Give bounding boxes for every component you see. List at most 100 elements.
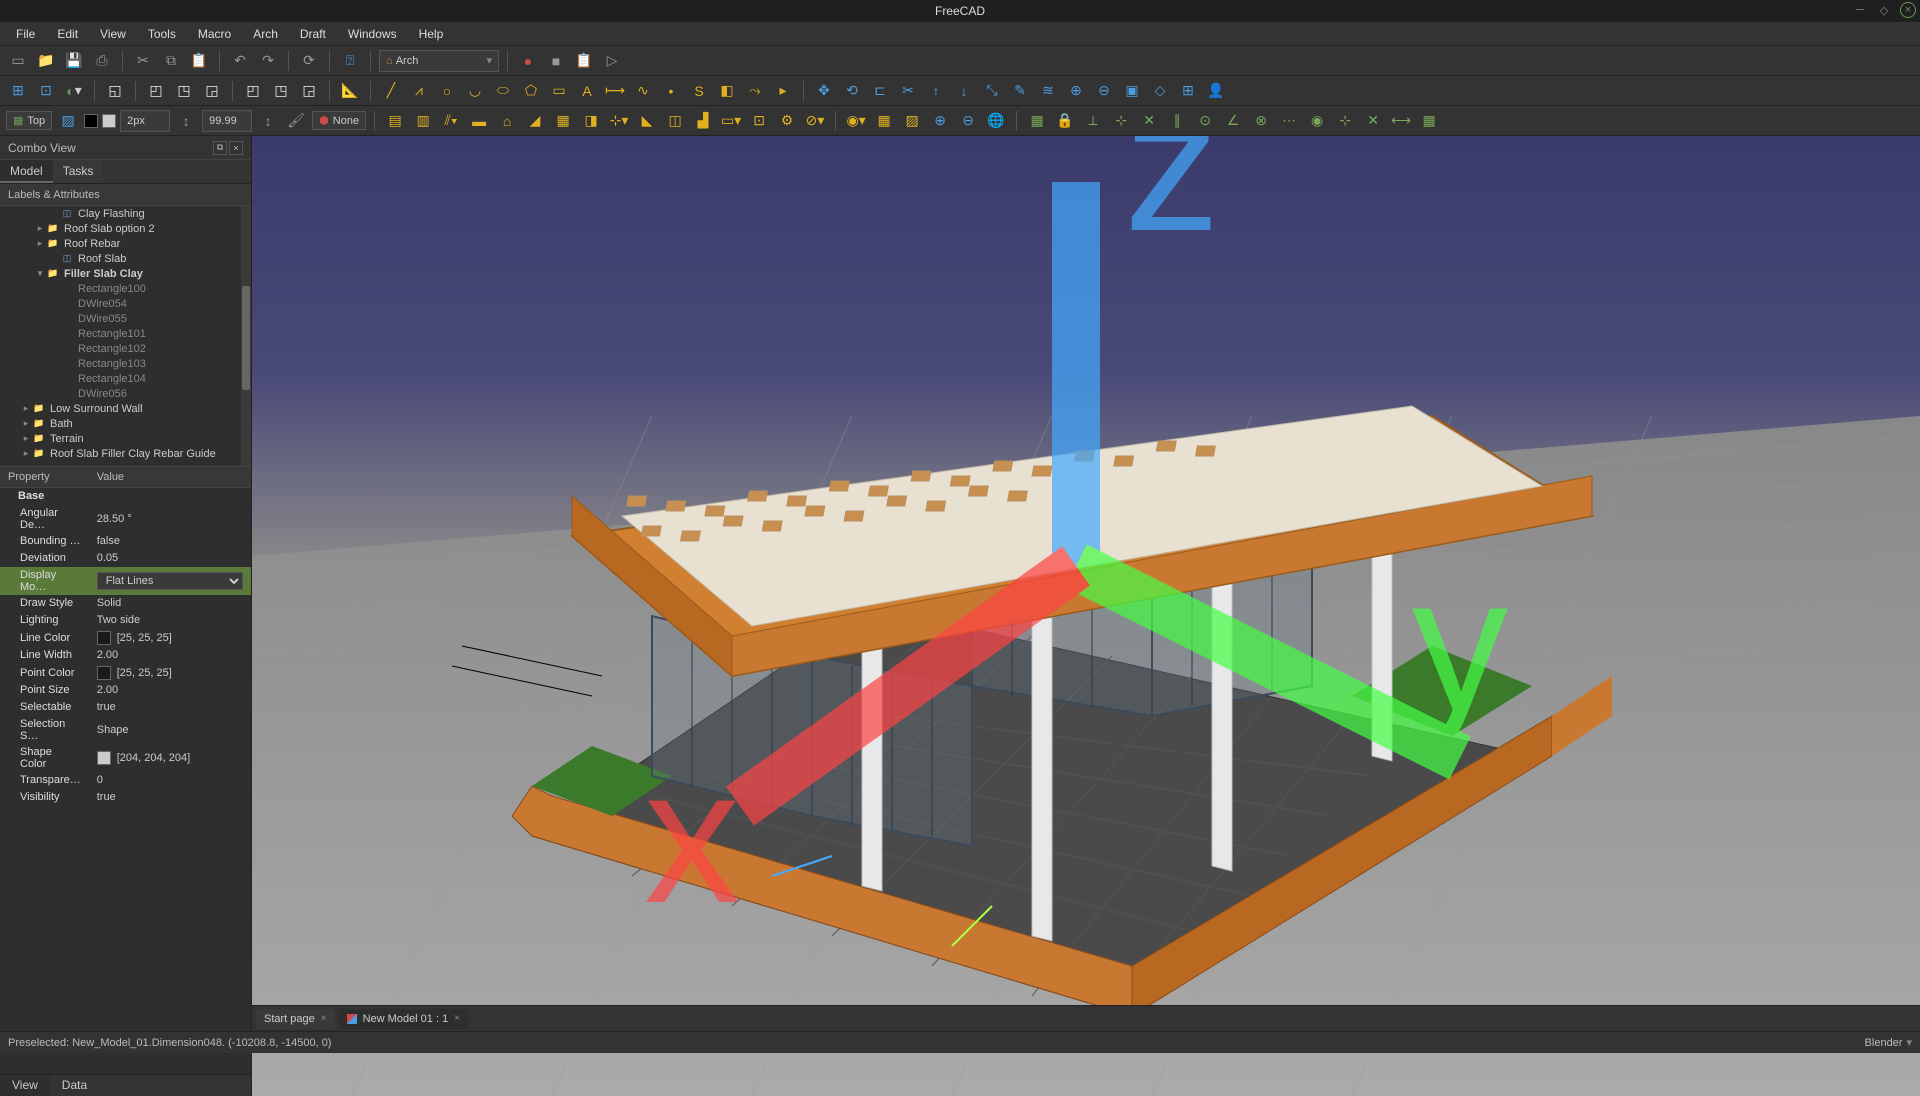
cutplane-icon[interactable]: ▨ [900, 109, 924, 133]
tab-model-doc[interactable]: New Model 01 : 1 × [339, 1009, 468, 1029]
panel-icon[interactable]: ▭▾ [719, 109, 743, 133]
tree-view[interactable]: ◫Clay Flashing▸📁Roof Slab option 2▸📁Roof… [0, 206, 251, 466]
tab-data[interactable]: Data [50, 1075, 99, 1096]
remove-icon[interactable]: ⊖ [956, 109, 980, 133]
front-icon[interactable]: ◰ [144, 79, 168, 103]
print-icon[interactable]: ⎙ [90, 49, 114, 73]
measure-icon[interactable]: 📐 [338, 79, 362, 103]
tree-row[interactable]: Rectangle101 [0, 326, 251, 341]
move-icon[interactable]: ✥ [812, 79, 836, 103]
menu-tools[interactable]: Tools [138, 24, 186, 44]
left-icon[interactable]: ◲ [297, 79, 321, 103]
rebar-icon[interactable]: ⫽▾ [439, 109, 463, 133]
bspline-icon[interactable]: ∿ [631, 79, 655, 103]
macro-play-icon[interactable]: ▷ [600, 49, 624, 73]
spinner-icon[interactable]: ↕ [174, 109, 198, 133]
property-row[interactable]: Draw StyleSolid [0, 595, 251, 612]
snap-button[interactable]: ⬢None [312, 111, 366, 130]
trimex-icon[interactable]: ✂ [896, 79, 920, 103]
tree-row[interactable]: DWire055 [0, 311, 251, 326]
property-row[interactable]: Selectabletrue [0, 699, 251, 716]
menu-view[interactable]: View [90, 24, 136, 44]
close-button[interactable]: × [1900, 2, 1916, 18]
3d-viewport[interactable]: z y x [252, 136, 1920, 1096]
tab-start-page[interactable]: Start page × [256, 1009, 335, 1029]
edit-icon[interactable]: ✎ [1008, 79, 1032, 103]
line-width-input[interactable] [120, 110, 170, 132]
snap-midpoint-icon[interactable]: 🔒 [1053, 109, 1077, 133]
minimize-button[interactable]: ─ [1852, 2, 1868, 18]
paste-icon[interactable]: 📋 [187, 49, 211, 73]
line-color-swatch[interactable] [84, 114, 98, 128]
tree-row[interactable]: Rectangle104 [0, 371, 251, 386]
menu-edit[interactable]: Edit [47, 24, 88, 44]
undo-icon[interactable]: ↶ [228, 49, 252, 73]
fit-selection-icon[interactable]: ⊡ [34, 79, 58, 103]
property-row[interactable]: Display Mo…Flat Lines [0, 567, 251, 595]
wall-icon[interactable]: ▤ [383, 109, 407, 133]
property-row[interactable]: Deviation0.05 [0, 550, 251, 567]
property-row[interactable]: Selection S…Shape [0, 716, 251, 744]
construction-mode-icon[interactable]: ▨ [56, 109, 80, 133]
addpoint-icon[interactable]: ⊕ [1064, 79, 1088, 103]
array-icon[interactable]: ⊞ [1176, 79, 1200, 103]
section-icon[interactable]: ◨ [579, 109, 603, 133]
tab-tasks[interactable]: Tasks [53, 160, 104, 183]
new-icon[interactable]: ▭ [6, 49, 30, 73]
face-color-swatch[interactable] [102, 114, 116, 128]
menu-arch[interactable]: Arch [243, 24, 288, 44]
clone-icon[interactable]: 👤 [1204, 79, 1228, 103]
plane-button[interactable]: ▦Top [6, 111, 52, 130]
close-tab-icon[interactable]: × [454, 1013, 460, 1024]
tree-row[interactable]: ▸📁Roof Slab option 2 [0, 221, 251, 236]
circle-icon[interactable]: ○ [435, 79, 459, 103]
apply-style-icon[interactable]: 🖌 [284, 109, 308, 133]
menu-macro[interactable]: Macro [188, 24, 241, 44]
stairs-icon[interactable]: ▟ [691, 109, 715, 133]
material-icon[interactable]: ◉▾ [844, 109, 868, 133]
snap-angle-icon[interactable]: ∠ [1221, 109, 1245, 133]
property-row[interactable]: Bounding …false [0, 533, 251, 550]
snap-dim-icon[interactable]: ⟷ [1389, 109, 1413, 133]
macro-list-icon[interactable]: 📋 [572, 49, 596, 73]
open-icon[interactable]: 📁 [34, 49, 58, 73]
snap-ortho-icon[interactable]: ⊹ [1333, 109, 1357, 133]
snap-wp-icon[interactable]: ▦ [1417, 109, 1441, 133]
panel-close-icon[interactable]: × [229, 141, 243, 155]
property-row[interactable]: Visibilitytrue [0, 789, 251, 806]
text-icon[interactable]: A [575, 79, 599, 103]
snap-grid-icon[interactable]: ⊹ [1109, 109, 1133, 133]
chevron-down-icon[interactable]: ▾ [1906, 1036, 1912, 1049]
floor-icon[interactable]: ▬ [467, 109, 491, 133]
tab-view[interactable]: View [0, 1075, 50, 1096]
refresh-icon[interactable]: ⟳ [297, 49, 321, 73]
rear-icon[interactable]: ◰ [241, 79, 265, 103]
shape2dview-icon[interactable]: ▣ [1120, 79, 1144, 103]
pipe-icon[interactable]: ⊘▾ [803, 109, 827, 133]
display-mode-dropdown[interactable]: Flat Lines [97, 572, 243, 590]
save-icon[interactable]: 💾 [62, 49, 86, 73]
bezcurve-icon[interactable]: ⤳ [743, 79, 767, 103]
tree-row[interactable]: Rectangle103 [0, 356, 251, 371]
rotate-icon[interactable]: ⟲ [840, 79, 864, 103]
property-row[interactable]: Line Width2.00 [0, 647, 251, 664]
delpoint-icon[interactable]: ⊖ [1092, 79, 1116, 103]
property-row[interactable]: Transpare…0 [0, 772, 251, 789]
offset-icon[interactable]: ⊏ [868, 79, 892, 103]
top-icon[interactable]: ◳ [172, 79, 196, 103]
tree-row[interactable]: Rectangle100 [0, 281, 251, 296]
macro-stop-icon[interactable]: ■ [544, 49, 568, 73]
tree-row[interactable]: DWire056 [0, 386, 251, 401]
frame-icon[interactable]: ⊡ [747, 109, 771, 133]
tree-row[interactable]: DWire054 [0, 296, 251, 311]
snap-perp-icon[interactable]: ⟂ [1081, 109, 1105, 133]
spinner2-icon[interactable]: ↕ [256, 109, 280, 133]
arc-icon[interactable]: ◡ [463, 79, 487, 103]
space-icon[interactable]: ◫ [663, 109, 687, 133]
line-icon[interactable]: ╱ [379, 79, 403, 103]
menu-windows[interactable]: Windows [338, 24, 407, 44]
snap-special-icon[interactable]: ✕ [1361, 109, 1385, 133]
property-row[interactable]: Shape Color[204, 204, 204] [0, 744, 251, 772]
tab-model[interactable]: Model [0, 160, 53, 183]
menu-help[interactable]: Help [409, 24, 454, 44]
